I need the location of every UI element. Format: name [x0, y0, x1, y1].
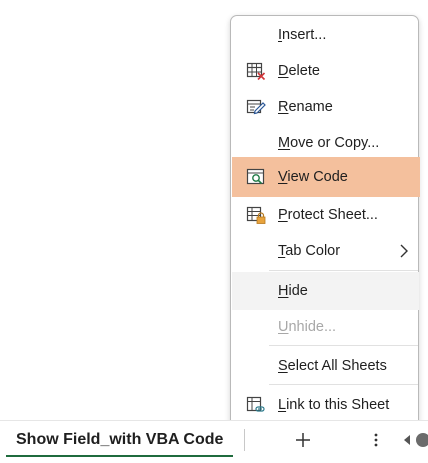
menu-item-rename[interactable]: Rename — [232, 88, 419, 126]
sheet-tab-context-menu: Insert... Delete Rename Move or Copy... … — [230, 15, 420, 437]
menu-item-label: Tab Color — [278, 243, 341, 259]
rename-sheet-icon — [246, 97, 266, 117]
horizontal-scrollbar-thumb[interactable] — [416, 433, 428, 447]
menu-separator — [269, 345, 418, 346]
menu-item-label: Protect Sheet... — [278, 207, 378, 223]
menu-item-view-code[interactable]: View Code — [232, 157, 420, 197]
menu-item-unhide: Unhide... — [232, 308, 419, 346]
menu-item-label: Delete — [278, 63, 320, 79]
vertical-ellipsis-icon — [374, 433, 378, 447]
menu-separator — [269, 270, 418, 271]
delete-sheet-icon — [246, 61, 266, 81]
menu-item-label: Unhide... — [278, 319, 337, 335]
menu-item-label: Select All Sheets — [278, 358, 387, 374]
tab-divider — [244, 429, 245, 451]
menu-item-label: Move or Copy... — [278, 135, 380, 151]
add-sheet-button[interactable] — [291, 426, 315, 454]
sheet-tab-active[interactable]: Show Field_with VBA Code — [6, 425, 234, 457]
view-code-icon — [246, 167, 266, 187]
link-sheet-icon — [246, 395, 266, 415]
menu-item-link-to-sheet[interactable]: Link to this Sheet — [232, 386, 419, 424]
menu-separator — [269, 384, 418, 385]
menu-item-insert[interactable]: Insert... — [232, 16, 419, 54]
menu-item-label: Link to this Sheet — [278, 397, 390, 413]
menu-item-label: Hide — [278, 283, 308, 299]
protect-sheet-icon — [246, 205, 266, 225]
scroll-left-button[interactable] — [400, 429, 414, 451]
chevron-right-icon — [399, 244, 409, 258]
more-options-button[interactable] — [370, 429, 382, 451]
menu-item-label: Insert... — [278, 27, 327, 43]
menu-item-label: Rename — [278, 99, 333, 115]
sheet-tab-bar: Show Field_with VBA Code — [0, 420, 428, 463]
menu-item-label: View Code — [278, 169, 348, 185]
menu-item-hide[interactable]: Hide — [232, 272, 419, 310]
menu-item-protect-sheet[interactable]: Protect Sheet... — [232, 196, 419, 234]
menu-item-tab-color[interactable]: Tab Color — [232, 232, 419, 270]
triangle-left-icon — [404, 435, 410, 445]
menu-item-delete[interactable]: Delete — [232, 52, 419, 90]
menu-item-select-all-sheets[interactable]: Select All Sheets — [232, 347, 419, 385]
plus-icon — [296, 433, 310, 447]
